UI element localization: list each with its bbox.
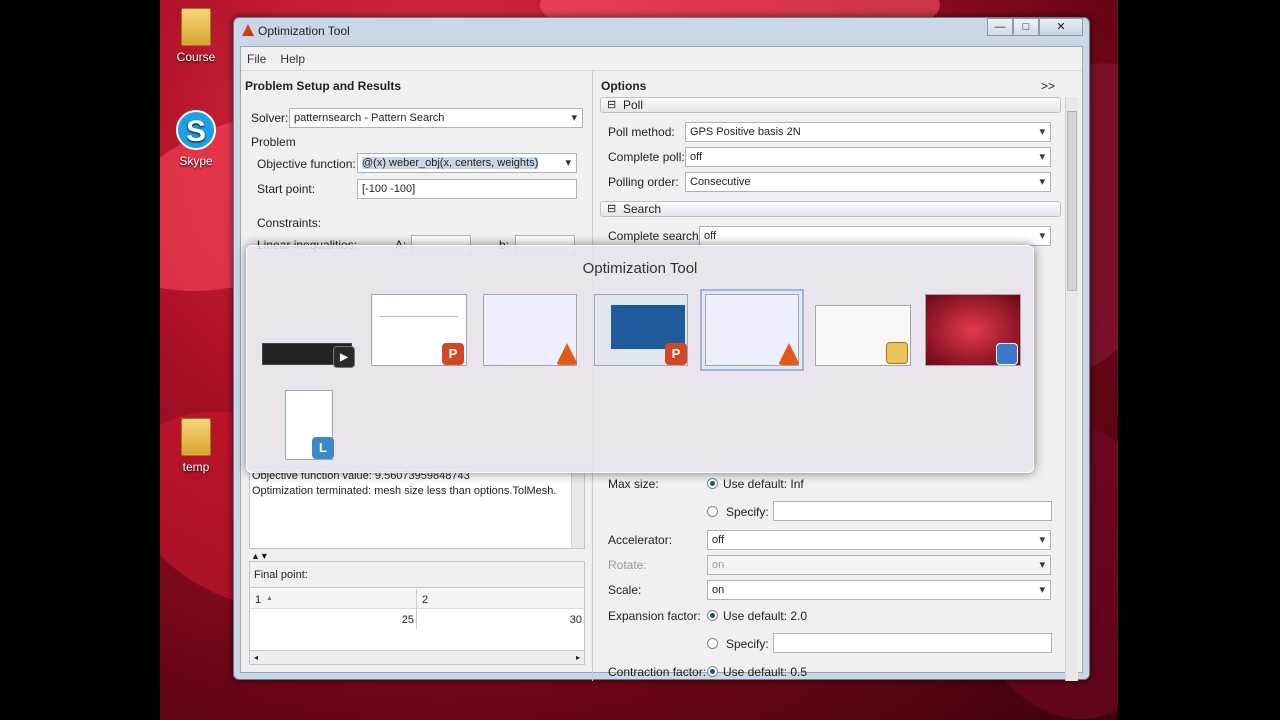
expansion-factor-label: Expansion factor: <box>608 609 701 623</box>
solver-dropdown[interactable]: patternsearch - Pattern Search <box>289 108 583 128</box>
column-header[interactable]: 1 <box>255 594 261 606</box>
folder-icon <box>181 8 211 46</box>
skype-icon: S <box>176 110 216 150</box>
solver-label: Solver: <box>251 111 289 125</box>
task-switcher: Optimization Tool ▶ P P L <box>246 245 1034 473</box>
scale-label: Scale: <box>608 583 642 597</box>
task-thumbnail-matlab-1[interactable] <box>483 294 578 366</box>
complete-search-label: Complete search: <box>608 229 703 243</box>
max-size-specify-radio[interactable] <box>707 506 718 517</box>
desktop-icon-course[interactable]: Course <box>161 8 231 64</box>
final-point-value: 30 <box>569 614 582 626</box>
scale-dropdown[interactable]: on <box>707 580 1051 600</box>
results-output-box: Objective function value: 9.560739598487… <box>249 467 585 549</box>
accelerator-dropdown[interactable]: off <box>707 530 1051 550</box>
folder-icon <box>181 418 211 456</box>
objective-value: @(x) weber_obj(x, centers, weights) <box>362 157 539 169</box>
contraction-default-label: Use default: 0.5 <box>723 665 808 679</box>
max-size-default-label: Use default: Inf <box>723 477 804 491</box>
monitor-icon <box>996 343 1018 365</box>
menu-bar: File Help <box>241 47 1082 71</box>
horizontal-scrollbar[interactable]: ◂ ▸ <box>250 650 584 664</box>
column-divider <box>416 589 417 629</box>
constraints-label: Constraints: <box>257 216 322 230</box>
task-thumbnail-powerpoint-2[interactable]: P <box>594 294 688 366</box>
minimize-button[interactable]: — <box>987 18 1013 36</box>
scrollbar-thumb[interactable] <box>1067 111 1077 291</box>
polling-order-dropdown[interactable]: Consecutive <box>685 172 1051 192</box>
menu-file[interactable]: File <box>247 52 266 66</box>
polling-order-label: Polling order: <box>608 175 679 189</box>
desktop-icon-label: Skype <box>179 154 213 168</box>
expansion-default-radio[interactable] <box>707 610 718 621</box>
contraction-default-radio[interactable] <box>707 666 718 677</box>
column-header[interactable]: 2 <box>422 594 428 606</box>
menu-help[interactable]: Help <box>280 52 305 66</box>
contraction-factor-label: Contraction factor: <box>608 665 707 679</box>
folder-icon <box>886 342 908 364</box>
problem-label: Problem <box>251 135 296 149</box>
specify-label: Specify: <box>726 637 769 651</box>
matlab-icon <box>778 343 800 365</box>
max-size-default-radio[interactable] <box>707 478 718 489</box>
task-thumbnail-media[interactable]: ▶ <box>262 343 355 368</box>
sort-ascending-icon: ▲ <box>266 595 273 602</box>
rotate-label: Rotate: <box>608 558 647 572</box>
desktop-icon-label: Course <box>176 50 216 64</box>
task-thumbnail-optimization-tool[interactable] <box>700 289 804 371</box>
poll-method-label: Poll method: <box>608 125 675 139</box>
expand-options-button[interactable]: >> <box>1041 79 1055 93</box>
complete-poll-label: Complete poll: <box>608 150 685 164</box>
search-section-header[interactable]: Search <box>600 201 1061 217</box>
expansion-specify-input[interactable] <box>773 633 1052 653</box>
results-scrollbar[interactable] <box>571 468 584 548</box>
objective-field[interactable]: @(x) weber_obj(x, centers, weights) <box>357 153 577 173</box>
title-bar[interactable]: Optimization Tool — □ ✕ <box>234 18 1089 42</box>
final-point-header-row: 1 ▲ 2 <box>250 589 584 609</box>
poll-section-header[interactable]: Poll <box>600 97 1061 113</box>
desktop-icon-label: temp <box>182 460 210 474</box>
final-point-label: Final point: <box>250 562 584 588</box>
desktop-icon-skype[interactable]: S Skype <box>161 110 231 168</box>
final-point-value: 25 <box>401 614 414 626</box>
rotate-dropdown: on <box>707 555 1051 575</box>
matlab-logo-icon <box>242 24 254 36</box>
max-size-specify-input[interactable] <box>773 501 1052 521</box>
expansion-default-label: Use default: 2.0 <box>723 609 808 623</box>
final-point-panel: Final point: 1 ▲ 2 25 30 ◂ ▸ <box>249 561 585 665</box>
results-line: Optimization terminated: mesh size less … <box>252 485 557 497</box>
objective-label: Objective function: <box>257 157 356 171</box>
powerpoint-icon: P <box>665 343 687 365</box>
panel-title: Options <box>601 79 647 93</box>
app-icon: L <box>312 437 334 459</box>
window-title: Optimization Tool <box>258 24 350 38</box>
complete-poll-dropdown[interactable]: off <box>685 147 1051 167</box>
start-point-label: Start point: <box>257 182 316 196</box>
matlab-icon <box>556 343 578 365</box>
accelerator-label: Accelerator: <box>608 533 673 547</box>
task-thumbnail-powerpoint-1[interactable]: P <box>371 294 467 366</box>
splitter-arrows-icon[interactable]: ▲▼ <box>251 551 269 561</box>
thumbnail-content <box>380 303 458 317</box>
desktop-icon-temp[interactable]: temp <box>161 418 231 474</box>
specify-label: Specify: <box>726 505 769 519</box>
switcher-title: Optimization Tool <box>582 260 698 277</box>
start-point-input[interactable]: [-100 -100] <box>357 179 577 199</box>
expansion-specify-radio[interactable] <box>707 638 718 649</box>
options-scrollbar[interactable] <box>1065 97 1078 681</box>
maximize-button[interactable]: □ <box>1013 18 1039 36</box>
powerpoint-icon: P <box>442 343 464 365</box>
task-thumbnail-desktop[interactable] <box>925 294 1021 366</box>
close-button[interactable]: ✕ <box>1039 18 1083 36</box>
panel-title: Problem Setup and Results <box>245 79 402 93</box>
task-thumbnail-explorer[interactable] <box>815 305 911 366</box>
complete-search-dropdown[interactable]: off <box>699 226 1051 246</box>
poll-method-dropdown[interactable]: GPS Positive basis 2N <box>685 122 1051 142</box>
app-icon: ▶ <box>333 346 355 368</box>
max-size-label: Max size: <box>608 477 659 491</box>
task-thumbnail-document[interactable]: L <box>285 390 334 460</box>
